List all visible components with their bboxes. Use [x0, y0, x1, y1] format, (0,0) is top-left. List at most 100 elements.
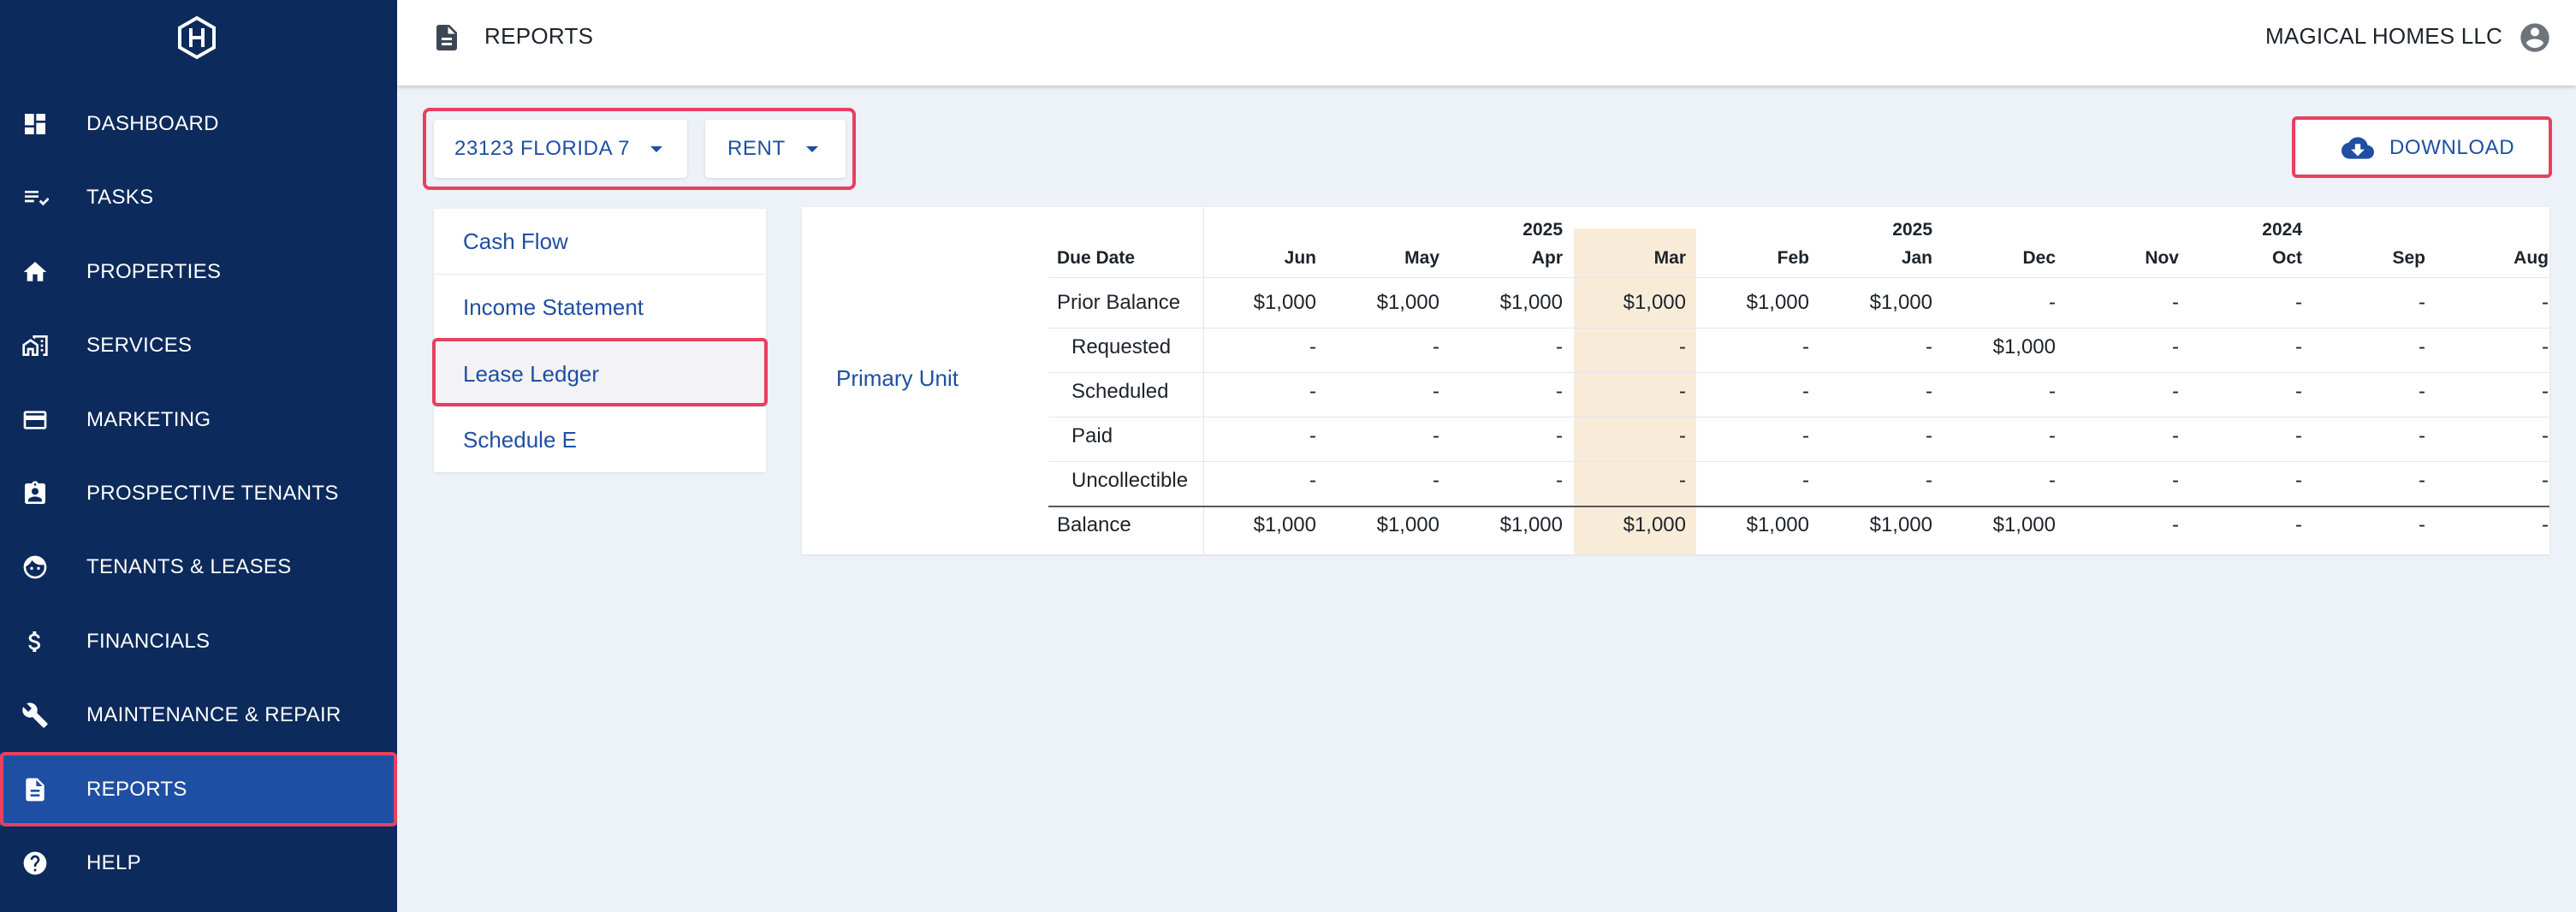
ledger-cell: -: [2295, 469, 2302, 492]
ledger-cell: -: [1556, 380, 1563, 403]
sidebar-item-marketing[interactable]: MARKETING: [0, 384, 397, 456]
services-icon: [21, 331, 50, 360]
ledger-cell: $1,000: [1869, 513, 1932, 536]
ledger-cell: -: [1309, 424, 1316, 447]
ledger-row-label: Balance: [1057, 513, 1131, 536]
row-divider: [1048, 506, 2549, 507]
ledger-cell: $1,000: [1499, 291, 1563, 314]
page-title: REPORTS: [484, 23, 594, 49]
month-header: Apr: [1531, 248, 1563, 268]
ledger-cell: -: [1926, 380, 1932, 403]
sidebar-item-label: FINANCIALS: [86, 629, 211, 653]
header-divider: [1048, 277, 2549, 278]
report-item-cash-flow[interactable]: Cash Flow: [434, 209, 766, 275]
lease-ledger-table: Primary Unit Due Date Jun May Apr 2025 Mar Fe…: [802, 207, 2549, 554]
sidebar-item-tasks[interactable]: TASKS: [0, 162, 397, 234]
ledger-cell: -: [1679, 424, 1686, 447]
ledger-cell: -: [1926, 424, 1932, 447]
month-header: Nov: [2145, 248, 2179, 268]
ledger-cell: -: [2172, 380, 2179, 403]
ledger-cell: -: [2419, 513, 2425, 536]
ledger-row-label: Paid: [1071, 424, 1113, 447]
ledger-cell: -: [1802, 424, 1809, 447]
ledger-cell: -: [2542, 469, 2549, 492]
ledger-cell: -: [1556, 469, 1563, 492]
highlight-reports-nav: [0, 752, 397, 826]
ledger-cell: -: [1802, 335, 1809, 358]
ledger-cell: $1,000: [1253, 513, 1316, 536]
ledger-cell: $1,000: [1376, 513, 1439, 536]
ledger-cell: -: [2419, 424, 2425, 447]
sidebar-item-label: PROSPECTIVE TENANTS: [86, 482, 339, 505]
ledger-cell: -: [2542, 513, 2549, 536]
sidebar-item-properties[interactable]: PROPERTIES: [0, 236, 397, 308]
year-header: 2025: [1892, 220, 1932, 240]
due-date-header: Due Date: [1057, 248, 1136, 268]
sidebar-item-services[interactable]: SERVICES: [0, 310, 397, 382]
month-header: Sep: [2392, 248, 2425, 268]
clipboard-icon: [21, 479, 50, 508]
account-icon[interactable]: [2518, 21, 2552, 55]
ledger-cell: -: [1309, 335, 1316, 358]
ledger-cell: -: [2172, 291, 2179, 314]
report-item-schedule-e[interactable]: Schedule E: [434, 408, 766, 474]
ledger-cell: -: [1926, 469, 1932, 492]
ledger-cell: -: [2419, 469, 2425, 492]
ledger-row-label: Scheduled: [1071, 380, 1169, 403]
ledger-cell: $1,000: [1992, 335, 2056, 358]
ledger-cell: -: [2172, 335, 2179, 358]
sidebar-item-maintenance-and-repair[interactable]: MAINTENANCE & REPAIR: [0, 679, 397, 751]
highlight-download: [2292, 116, 2552, 178]
ledger-cell: -: [2542, 291, 2549, 314]
app-logo-icon[interactable]: [175, 15, 219, 60]
ledger-cell: -: [1433, 380, 1439, 403]
report-item-income-statement[interactable]: Income Statement: [434, 275, 766, 341]
sidebar-item-help[interactable]: HELP: [0, 827, 397, 899]
sidebar-item-label: SERVICES: [86, 334, 193, 358]
ledger-cell: -: [1926, 335, 1932, 358]
face-icon: [21, 553, 50, 582]
month-header: Aug: [2514, 248, 2549, 268]
highlight-lease-ledger: [432, 338, 768, 406]
ledger-cell: -: [2295, 291, 2302, 314]
row-divider: [1048, 328, 2549, 329]
sidebar-item-tenants-and-leases[interactable]: TENANTS & LEASES: [0, 531, 397, 603]
ledger-cell: $1,000: [1992, 513, 2056, 536]
row-divider: [1048, 461, 2549, 462]
unit-label[interactable]: Primary Unit: [836, 365, 959, 392]
ledger-cell: -: [1309, 380, 1316, 403]
tasks-icon: [21, 183, 50, 212]
month-header: Feb: [1777, 248, 1809, 268]
ledger-row-label: Requested: [1071, 335, 1172, 358]
row-divider: [1048, 372, 2549, 373]
company-name[interactable]: MAGICAL HOMES LLC: [2265, 23, 2502, 50]
ledger-cell: -: [2419, 380, 2425, 403]
month-header: Jun: [1284, 248, 1316, 268]
ledger-cell: -: [2295, 424, 2302, 447]
sidebar-item-prospective-tenants[interactable]: PROSPECTIVE TENANTS: [0, 458, 397, 530]
ledger-cell: -: [2172, 424, 2179, 447]
top-header: REPORTS MAGICAL HOMES LLC: [397, 0, 2576, 86]
ledger-cell: $1,000: [1746, 513, 1809, 536]
help-icon: [21, 849, 50, 878]
month-header: Jan: [1901, 248, 1932, 268]
ledger-cell: -: [1433, 469, 1439, 492]
sidebar-item-financials[interactable]: FINANCIALS: [0, 606, 397, 678]
ledger-row-label: Prior Balance: [1057, 291, 1181, 314]
ledger-row-label: Uncollectible: [1071, 469, 1189, 492]
dashboard-icon: [21, 110, 50, 139]
ledger-cell: -: [2172, 469, 2179, 492]
ledger-cell: -: [2542, 424, 2549, 447]
ledger-cell: -: [2295, 335, 2302, 358]
dollar-icon: [21, 627, 50, 656]
year-header: 2024: [2262, 220, 2302, 240]
sidebar-item-label: MAINTENANCE & REPAIR: [86, 703, 341, 727]
ledger-cell: $1,000: [1376, 291, 1439, 314]
month-header: Oct: [2271, 248, 2302, 268]
ledger-cell: -: [2295, 513, 2302, 536]
sidebar-item-dashboard[interactable]: DASHBOARD: [0, 88, 397, 160]
sidebar-item-label: MARKETING: [86, 407, 211, 431]
ledger-cell: -: [2542, 380, 2549, 403]
ledger-cell: -: [2419, 335, 2425, 358]
ledger-cell: -: [2049, 291, 2056, 314]
